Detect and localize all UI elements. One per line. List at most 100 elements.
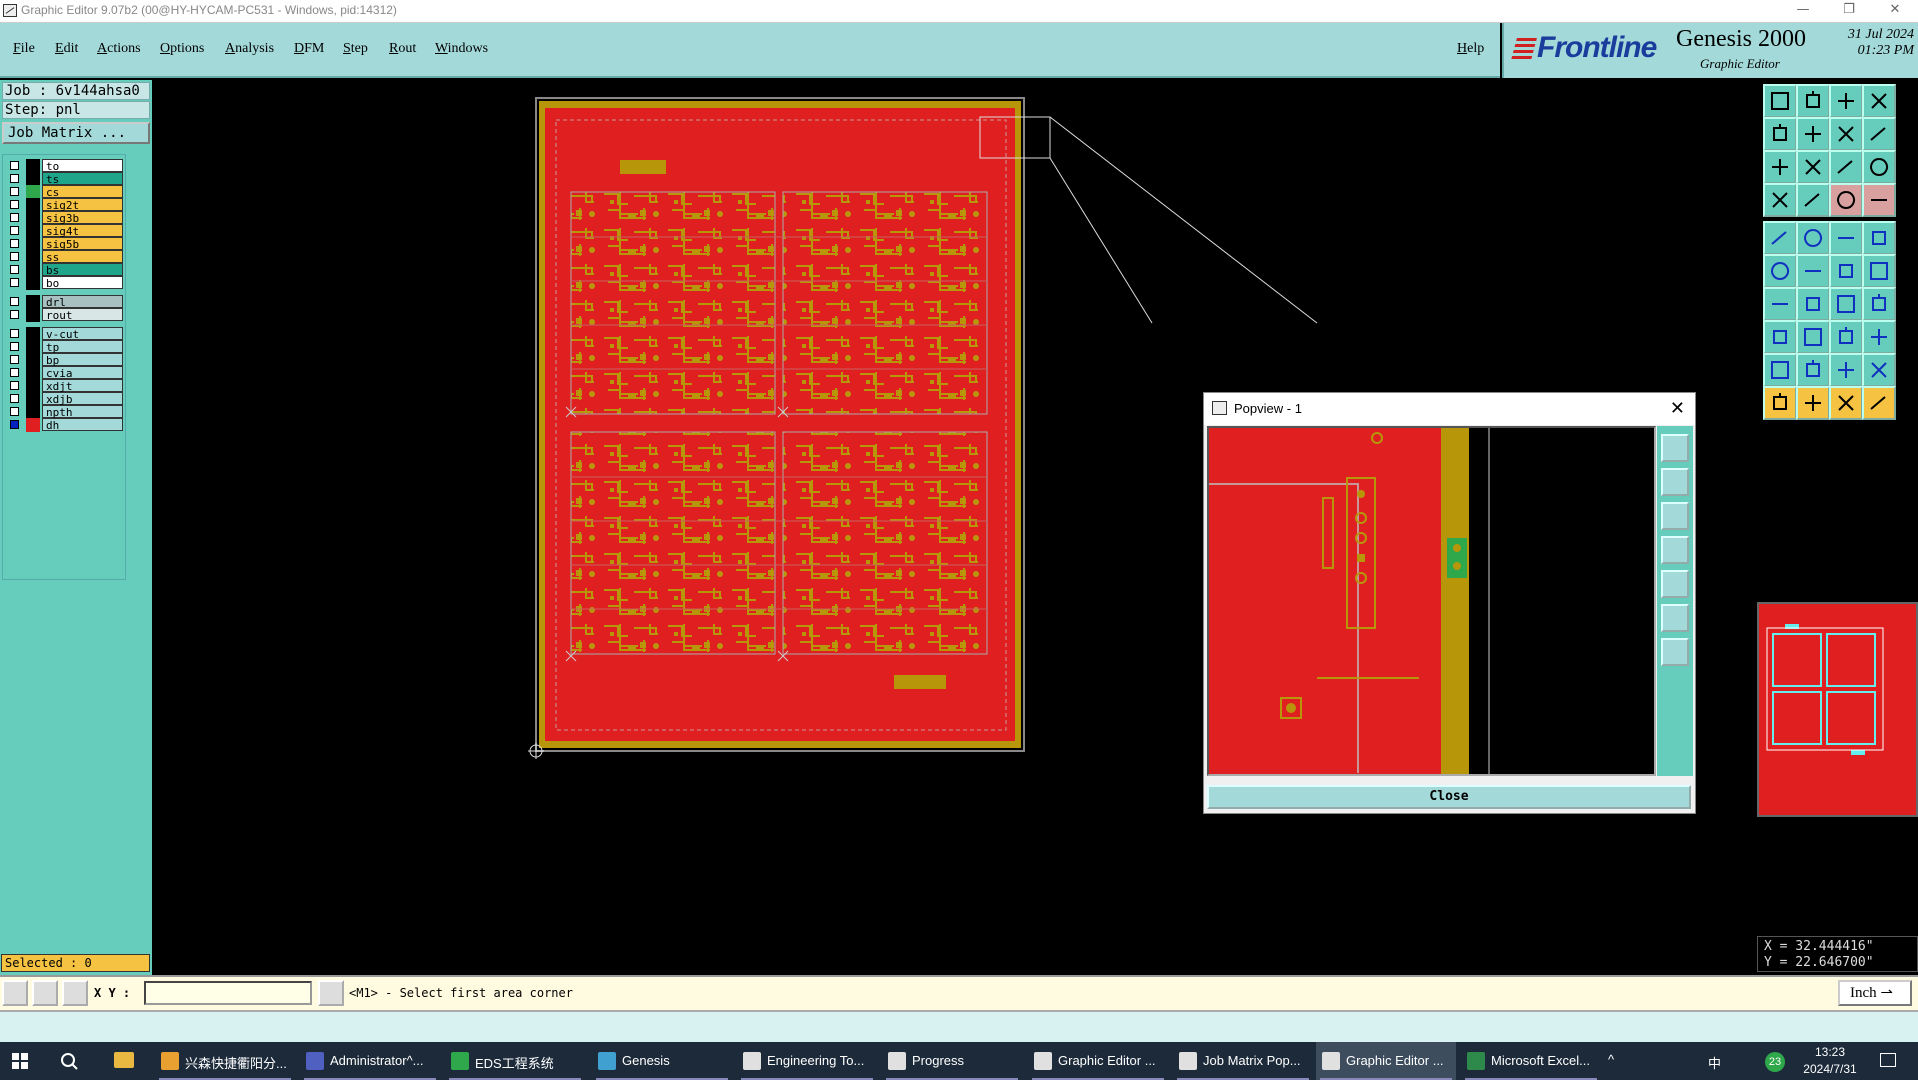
layer-checkbox[interactable] [10,368,19,377]
menu-file[interactable]: File [13,41,35,57]
zoom-fit-icon[interactable] [1829,84,1863,118]
text-a-icon[interactable] [1763,353,1797,387]
layer-row-bo[interactable]: bo [5,276,123,290]
delete-node-icon[interactable] [1796,254,1830,288]
layer-checkbox[interactable] [10,394,19,403]
center-icon[interactable] [1796,150,1830,184]
pan-up-icon[interactable] [1796,84,1830,118]
break-icon[interactable] [1862,254,1896,288]
layer-row-rout[interactable]: rout [5,308,123,322]
layer-row-sig3b[interactable]: sig3b [5,211,123,225]
layer-name[interactable]: cs [42,185,123,199]
zoom-back-icon[interactable] [1829,117,1863,151]
layer-color-swatch[interactable] [26,340,40,354]
popview-pan-right-icon[interactable] [1661,570,1689,598]
menu-edit[interactable]: Edit [55,41,78,57]
taskbar-item[interactable]: Microsoft Excel... [1461,1042,1601,1080]
layer-checkbox[interactable] [10,161,19,170]
layer-color-swatch[interactable] [26,172,40,186]
layer-name[interactable]: drl [42,295,123,309]
layer-color-swatch[interactable] [26,405,40,419]
layer-row-drl[interactable]: drl [5,295,123,309]
layer-checkbox[interactable] [10,342,19,351]
layer-checkbox[interactable] [10,278,19,287]
measure-pad-icon[interactable] [1829,320,1863,354]
layer-row-xdjt[interactable]: xdjt [5,379,123,393]
layer-color-swatch[interactable] [26,308,40,322]
windows-start-icon[interactable] [12,1053,28,1069]
layer-swap-icon[interactable] [1862,183,1896,217]
close-window-button[interactable]: ✕ [1872,0,1918,22]
taskbar-clock[interactable]: 13:23 2024/7/31 [1800,1044,1860,1078]
layer-row-xdjb[interactable]: xdjb [5,392,123,406]
zoom-home-icon[interactable] [1763,84,1797,118]
layer-checkbox[interactable] [10,239,19,248]
select-box-icon[interactable] [1796,386,1830,420]
eye-icon[interactable] [1763,183,1797,217]
taskbar-item[interactable]: Graphic Editor ... [1316,1042,1456,1080]
layer-color-swatch[interactable] [26,237,40,251]
layer-name[interactable]: sig3b [42,211,123,225]
pad-add-icon[interactable] [1763,221,1797,255]
layer-checkbox[interactable] [10,200,19,209]
taskbar-item[interactable]: 兴森快捷衢阳分... [155,1042,295,1080]
rotate-icon[interactable] [1829,287,1863,321]
layer-row-v-cut[interactable]: v-cut [5,327,123,341]
taskbar-item[interactable]: Administrator^... [300,1042,440,1080]
text-a-box-icon[interactable] [1829,353,1863,387]
fit-all-icon[interactable] [1763,150,1797,184]
units-selector[interactable]: Inch ⇀ [1838,980,1912,1006]
layer-color-swatch[interactable] [26,418,40,432]
layer-checkbox[interactable] [10,252,19,261]
job-matrix-button[interactable]: Job Matrix ... [2,122,150,144]
layer-name[interactable]: ts [42,172,123,186]
layer-compare-icon[interactable] [1829,183,1863,217]
slope-line-icon[interactable] [1763,287,1797,321]
layer-color-swatch[interactable] [26,366,40,380]
layer-color-swatch[interactable] [26,353,40,367]
menu-dfm[interactable]: DFM [294,41,324,57]
measure-icon[interactable] [32,980,58,1006]
tray-language[interactable]: 中 [1708,1053,1721,1072]
minimize-button[interactable]: — [1780,0,1826,22]
layer-checkbox[interactable] [10,226,19,235]
menu-help[interactable]: Help [1457,41,1484,57]
popview-zoom-out-icon[interactable] [1661,638,1689,666]
restore-button[interactable]: ❐ [1826,0,1872,22]
layer-row-to[interactable]: to [5,159,123,173]
layer-name[interactable]: ss [42,250,123,264]
layer-name[interactable]: xdjb [42,392,123,406]
taskbar-item[interactable]: Graphic Editor ... [1028,1042,1168,1080]
taskbar-item[interactable]: Genesis [592,1042,732,1080]
taskbar-item[interactable]: Engineering To... [737,1042,877,1080]
layer-row-sig4t[interactable]: sig4t [5,224,123,238]
layer-checkbox[interactable] [10,213,19,222]
move-node-icon[interactable] [1763,254,1797,288]
notification-icon[interactable] [1880,1053,1896,1067]
popview-zoom-home-icon[interactable] [1661,434,1689,462]
select-chain-icon[interactable] [1862,386,1896,420]
redraw-icon[interactable] [1862,117,1896,151]
pan-left-icon[interactable] [1763,117,1797,151]
merge-icon[interactable] [1862,320,1896,354]
layer-row-dh[interactable]: dh [5,418,123,432]
layer-name[interactable]: tp [42,340,123,354]
select-touch-icon[interactable] [1829,386,1863,420]
layer-checkbox[interactable] [10,265,19,274]
line-add-icon[interactable] [1829,221,1863,255]
grid-icon[interactable] [62,980,88,1006]
layer-color-swatch[interactable] [26,327,40,341]
layer-color-swatch[interactable] [26,224,40,238]
mirror-icon[interactable] [1862,287,1896,321]
layer-color-swatch[interactable] [26,250,40,264]
popview-pan-up-icon[interactable] [1661,468,1689,496]
arc-add-icon[interactable] [1796,221,1830,255]
layer-name[interactable]: bp [42,353,123,367]
layer-name[interactable]: to [42,159,123,173]
taskbar-item[interactable]: Progress [882,1042,1022,1080]
menu-analysis[interactable]: Analysis [225,41,274,57]
layer-color-swatch[interactable] [26,211,40,225]
layer-name[interactable]: bo [42,276,123,290]
layer-color-swatch[interactable] [26,185,40,199]
connect-icon[interactable] [1829,254,1863,288]
